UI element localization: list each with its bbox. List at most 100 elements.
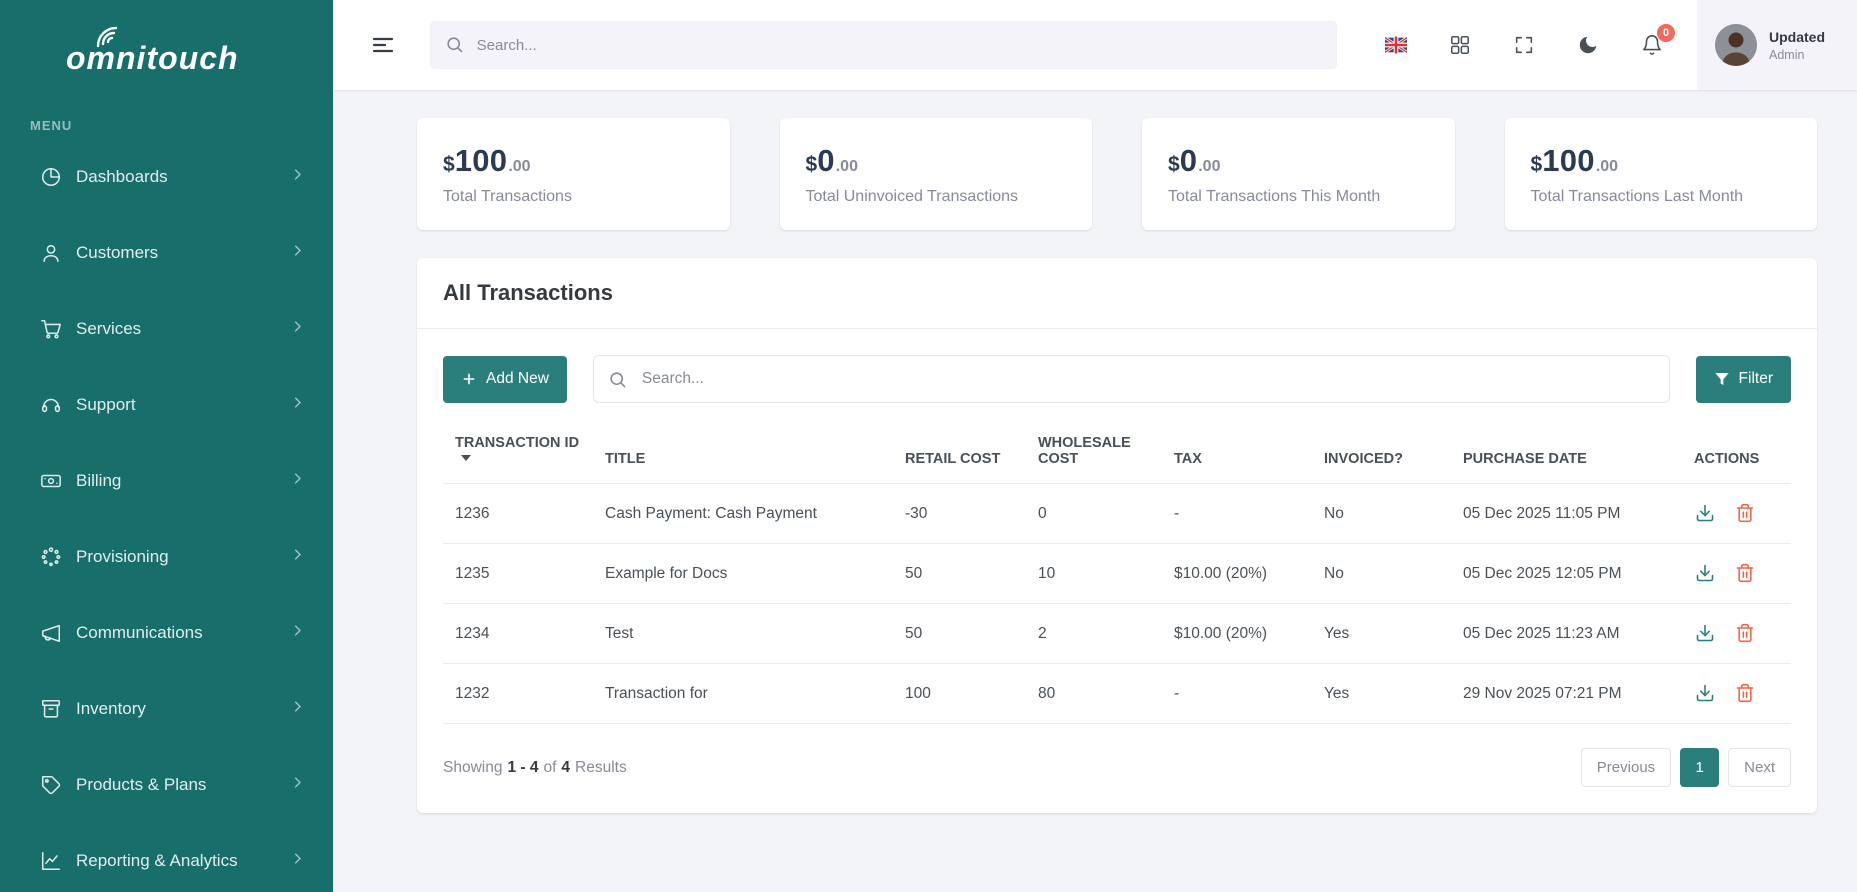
- headset-icon: [40, 394, 62, 416]
- cash-icon: [40, 470, 62, 492]
- page-content: $100.00 Total Transactions $0.00 Total U…: [333, 90, 1857, 892]
- user-icon: [40, 242, 62, 264]
- download-button[interactable]: [1694, 683, 1716, 705]
- menu-section-label: MENU: [0, 100, 333, 139]
- notifications-button[interactable]: 0: [1635, 28, 1669, 62]
- sidebar-item-label: Provisioning: [76, 547, 276, 567]
- sidebar-item-reporting-analytics[interactable]: Reporting & Analytics: [0, 823, 333, 892]
- row-actions: [1694, 604, 1781, 663]
- cell-transaction-id: 1234: [443, 604, 593, 664]
- filter-button[interactable]: Filter: [1696, 356, 1791, 403]
- stat-value: $100.00: [443, 143, 704, 179]
- column-purchase-date[interactable]: PURCHASE DATE: [1451, 425, 1682, 484]
- dark-mode-button[interactable]: [1571, 28, 1605, 62]
- delete-button[interactable]: [1734, 503, 1756, 525]
- currency-symbol: $: [806, 153, 818, 177]
- cell-title: Example for Docs: [593, 544, 893, 604]
- cell-wholesale-cost: 10: [1026, 544, 1162, 604]
- grid-icon: [1449, 34, 1471, 56]
- cell-retail-cost: 100: [893, 664, 1026, 724]
- column-retail-cost[interactable]: RETAIL COST: [893, 425, 1026, 484]
- user-name: Updated: [1769, 29, 1825, 45]
- plus-icon: [461, 371, 477, 387]
- next-page-button[interactable]: Next: [1728, 748, 1791, 787]
- delete-button[interactable]: [1734, 683, 1756, 705]
- chevron-right-icon: [290, 471, 305, 491]
- cell-wholesale-cost: 2: [1026, 604, 1162, 664]
- uk-flag-icon: [1385, 34, 1407, 56]
- download-button[interactable]: [1694, 503, 1716, 525]
- language-flag-button[interactable]: [1379, 28, 1413, 62]
- filter-label: Filter: [1739, 370, 1773, 388]
- user-menu[interactable]: Updated Admin: [1697, 0, 1857, 90]
- sidebar: omnitouch MENU Dashboards Customers Serv…: [0, 0, 333, 892]
- cell-wholesale-cost: 0: [1026, 484, 1162, 544]
- stat-value: $0.00: [1168, 143, 1429, 179]
- apps-grid-button[interactable]: [1443, 28, 1477, 62]
- download-icon: [1695, 503, 1715, 523]
- delete-button[interactable]: [1734, 563, 1756, 585]
- download-button[interactable]: [1694, 623, 1716, 645]
- sidebar-item-label: Billing: [76, 471, 276, 491]
- previous-page-button[interactable]: Previous: [1581, 748, 1671, 787]
- column-actions: ACTIONS: [1682, 425, 1791, 484]
- stat-cents: .00: [1596, 158, 1618, 176]
- download-icon: [1695, 623, 1715, 643]
- cell-retail-cost: 50: [893, 604, 1026, 664]
- cell-title: Test: [593, 604, 893, 664]
- download-icon: [1695, 683, 1715, 703]
- hamburger-icon: [371, 33, 395, 57]
- column-transaction-id[interactable]: TRANSACTION ID: [443, 425, 593, 484]
- stat-amount: 100: [1542, 143, 1595, 179]
- sidebar-item-support[interactable]: Support: [0, 367, 333, 443]
- table-row: 1236 Cash Payment: Cash Payment -30 0 - …: [443, 484, 1791, 544]
- cell-tax: $10.00 (20%): [1162, 544, 1312, 604]
- pagination: Previous 1 Next: [1581, 748, 1791, 787]
- stat-label: Total Uninvoiced Transactions: [806, 188, 1067, 206]
- fullscreen-icon: [1513, 34, 1535, 56]
- sidebar-item-customers[interactable]: Customers: [0, 215, 333, 291]
- chevron-right-icon: [290, 623, 305, 643]
- chevron-right-icon: [290, 167, 305, 187]
- table-header-row: TRANSACTION ID TITLE RETAIL COST WHOLESA…: [443, 425, 1791, 484]
- column-tax[interactable]: TAX: [1162, 425, 1312, 484]
- column-wholesale-cost[interactable]: WHOLESALE COST: [1026, 425, 1162, 484]
- column-title[interactable]: TITLE: [593, 425, 893, 484]
- chevron-right-icon: [290, 775, 305, 795]
- fullscreen-button[interactable]: [1507, 28, 1541, 62]
- user-role: Admin: [1769, 48, 1825, 62]
- sidebar-item-billing[interactable]: Billing: [0, 443, 333, 519]
- page-1-button[interactable]: 1: [1680, 748, 1719, 787]
- sidebar-item-products-plans[interactable]: Products & Plans: [0, 747, 333, 823]
- logo-signal-icon: [88, 18, 122, 52]
- app-logo[interactable]: omnitouch: [0, 0, 333, 100]
- sidebar-item-dashboards[interactable]: Dashboards: [0, 139, 333, 215]
- spinner-icon: [40, 546, 62, 568]
- stat-cents: .00: [1198, 158, 1220, 176]
- global-search-input[interactable]: [430, 21, 1337, 69]
- sidebar-item-provisioning[interactable]: Provisioning: [0, 519, 333, 595]
- currency-symbol: $: [1531, 153, 1543, 177]
- cell-transaction-id: 1235: [443, 544, 593, 604]
- sidebar-toggle-button[interactable]: [369, 30, 398, 60]
- sidebar-item-services[interactable]: Services: [0, 291, 333, 367]
- chevron-right-icon: [290, 699, 305, 719]
- column-invoiced[interactable]: INVOICED?: [1312, 425, 1451, 484]
- results-summary: Showing 1 - 4 of 4 Results: [443, 759, 627, 777]
- delete-button[interactable]: [1734, 623, 1756, 645]
- table-search-input[interactable]: [593, 355, 1670, 403]
- cell-purchase-date: 05 Dec 2025 11:05 PM: [1451, 484, 1682, 544]
- search-icon: [445, 35, 464, 54]
- currency-symbol: $: [443, 153, 455, 177]
- cell-title: Transaction for: [593, 664, 893, 724]
- download-button[interactable]: [1694, 563, 1716, 585]
- sidebar-item-communications[interactable]: Communications: [0, 595, 333, 671]
- cell-purchase-date: 05 Dec 2025 12:05 PM: [1451, 544, 1682, 604]
- dashboard-icon: [40, 166, 62, 188]
- sidebar-item-label: Reporting & Analytics: [76, 851, 276, 871]
- sidebar-item-inventory[interactable]: Inventory: [0, 671, 333, 747]
- filter-icon: [1714, 371, 1730, 387]
- add-new-button[interactable]: Add New: [443, 356, 567, 403]
- cell-title: Cash Payment: Cash Payment: [593, 484, 893, 544]
- archive-icon: [40, 698, 62, 720]
